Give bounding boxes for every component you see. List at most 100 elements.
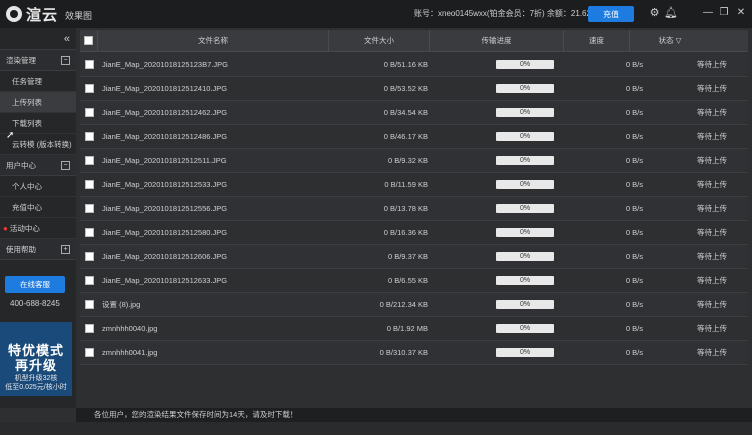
expand-group-icon[interactable]: + <box>61 244 70 254</box>
transfer-speed: 0 B/s <box>625 84 643 93</box>
checkbox[interactable] <box>84 36 93 45</box>
progress-cell: 0% <box>457 324 593 333</box>
progress-cell: 0% <box>457 228 593 237</box>
progress-cell: 0% <box>457 276 593 285</box>
restore-icon[interactable]: ❐ <box>718 7 730 19</box>
row-checkbox[interactable] <box>85 276 94 285</box>
promo-banner[interactable]: 特优模式 再升级 机型升级32核 低至0.025元/核小时 <box>0 322 72 396</box>
table-row[interactable]: JianE_Map_2020101812512410.JPG 0 B/53.52 … <box>80 77 748 101</box>
file-name: zmnhhh0041.jpg <box>102 348 158 357</box>
row-checkbox[interactable] <box>85 132 94 141</box>
upload-status: 等待上传 <box>697 180 727 189</box>
transfer-speed: 0 B/s <box>625 156 643 165</box>
file-size: 0 B/16.36 KB <box>383 228 428 237</box>
mouse-cursor-icon: ➚ <box>6 130 15 141</box>
upload-status: 等待上传 <box>697 108 727 117</box>
sidebar-item-upload-list[interactable]: 上传列表 <box>0 92 76 113</box>
file-size: 0 B/13.78 KB <box>383 204 428 213</box>
sidebar-item-activity-center[interactable]: ● 活动中心 <box>0 218 76 239</box>
progress-bar: 0% <box>496 108 554 117</box>
row-checkbox[interactable] <box>85 348 94 357</box>
transfer-speed: 0 B/s <box>625 300 643 309</box>
fire-icon: ● <box>3 223 8 233</box>
progress-bar: 0% <box>496 276 554 285</box>
filter-icon[interactable]: ▽ <box>676 36 682 45</box>
progress-bar: 0% <box>496 60 554 69</box>
file-size: 0 B/53.52 KB <box>383 84 428 93</box>
upload-status: 等待上传 <box>697 204 727 213</box>
file-name: JianE_Map_2020101812512580.JPG <box>102 228 228 237</box>
progress-cell: 0% <box>457 180 593 189</box>
file-name: JianE_Map_2020101812512486.JPG <box>102 132 228 141</box>
logo-icon <box>6 6 22 22</box>
progress-bar: 0% <box>496 348 554 357</box>
sidebar-group-user-center[interactable]: 用户中心 − <box>0 155 76 176</box>
table-row[interactable]: JianE_Map_20201018125123B7.JPG 0 B/51.16 … <box>80 53 748 77</box>
table-row[interactable]: JianE_Map_2020101812512486.JPG 0 B/46.17 … <box>80 125 748 149</box>
row-checkbox[interactable] <box>85 300 94 309</box>
row-checkbox[interactable] <box>85 156 94 165</box>
file-name: JianE_Map_2020101812512462.JPG <box>102 108 228 117</box>
file-name: 设置 (8).jpg <box>102 300 141 309</box>
gear-icon[interactable]: ⚙ <box>648 7 661 20</box>
recharge-button[interactable]: 充值 <box>588 6 634 22</box>
upload-status: 等待上传 <box>697 348 727 357</box>
progress-bar: 0% <box>496 156 554 165</box>
row-checkbox[interactable] <box>85 180 94 189</box>
table-row[interactable]: JianE_Map_2020101812512462.JPG 0 B/34.54 … <box>80 101 748 125</box>
file-name: JianE_Map_2020101812512533.JPG <box>102 180 228 189</box>
table-row[interactable]: JianE_Map_2020101812512606.JPG 0 B/9.37 K… <box>80 245 748 269</box>
row-checkbox[interactable] <box>85 84 94 93</box>
upload-status: 等待上传 <box>697 276 727 285</box>
table-row[interactable]: zmnhhh0040.jpg 0 B/1.92 MB 0% 0 B/s 等待上传 <box>80 317 748 341</box>
upload-status: 等待上传 <box>697 156 727 165</box>
header-status-label: 状态 <box>658 35 674 45</box>
bottom-strip <box>0 422 752 435</box>
table-row[interactable]: JianE_Map_2020101812512556.JPG 0 B/13.78 … <box>80 197 748 221</box>
header-progress: 传输进度 <box>430 29 564 52</box>
row-checkbox[interactable] <box>85 324 94 333</box>
table-row[interactable]: 设置 (8).jpg 0 B/212.34 KB 0% 0 B/s 等待上传 <box>80 293 748 317</box>
bell-icon[interactable]: 🔔︎ <box>664 7 678 20</box>
logo-text: 渲云 <box>26 6 59 24</box>
file-name: zmnhhh0040.jpg <box>102 324 158 333</box>
header-status[interactable]: 状态 ▽ <box>630 30 710 52</box>
sidebar: « 渲染管理 − 任务管理 上传列表 下载列表 云转模 (版本转换) 用户中心 … <box>0 28 76 408</box>
row-checkbox[interactable] <box>85 204 94 213</box>
minimize-icon[interactable]: — <box>702 7 714 19</box>
sidebar-group-help[interactable]: 使用帮助 + <box>0 239 76 260</box>
row-checkbox[interactable] <box>85 108 94 117</box>
table-row[interactable]: zmnhhh0041.jpg 0 B/310.37 KB 0% 0 B/s 等待上传 <box>80 341 748 365</box>
collapse-group-icon[interactable]: − <box>61 55 70 65</box>
table-row[interactable]: JianE_Map_2020101812512511.JPG 0 B/9.32 K… <box>80 149 748 173</box>
transfer-speed: 0 B/s <box>625 60 643 69</box>
row-checkbox[interactable] <box>85 252 94 261</box>
file-size: 0 B/6.55 KB <box>387 276 428 285</box>
row-checkbox[interactable] <box>85 60 94 69</box>
sidebar-item-label: 活动中心 <box>9 223 40 233</box>
notice-bar: 各位用户，您的渲染结果文件保存时间为14天，请及时下载！ <box>76 408 752 422</box>
header-file-name: 文件名称 <box>98 29 329 52</box>
progress-cell: 0% <box>457 300 593 309</box>
table-row[interactable]: JianE_Map_2020101812512533.JPG 0 B/11.59 … <box>80 173 748 197</box>
online-service-button[interactable]: 在线客服 <box>5 276 65 293</box>
file-size: 0 B/51.16 KB <box>383 60 428 69</box>
table-row[interactable]: JianE_Map_2020101812512633.JPG 0 B/6.55 K… <box>80 269 748 293</box>
sidebar-item-personal-center[interactable]: 个人中心 <box>0 176 76 197</box>
sidebar-item-task-management[interactable]: 任务管理 <box>0 71 76 92</box>
progress-cell: 0% <box>457 132 593 141</box>
file-name: JianE_Map_2020101812512511.JPG <box>102 156 227 165</box>
sidebar-item-recharge-center[interactable]: 充值中心 <box>0 197 76 218</box>
file-name: JianE_Map_20201018125123B7.JPG <box>102 60 228 69</box>
file-name: JianE_Map_2020101812512633.JPG <box>102 276 228 285</box>
progress-bar: 0% <box>496 228 554 237</box>
sidebar-group-render[interactable]: 渲染管理 − <box>0 50 76 71</box>
close-icon[interactable]: ✕ <box>735 7 747 19</box>
collapse-sidebar-button[interactable]: « <box>0 28 76 50</box>
sidebar-group-label: 用户中心 <box>6 160 36 170</box>
progress-bar: 0% <box>496 252 554 261</box>
collapse-group-icon[interactable]: − <box>61 160 70 170</box>
table-row[interactable]: JianE_Map_2020101812512580.JPG 0 B/16.36 … <box>80 221 748 245</box>
select-all-checkbox[interactable] <box>80 29 98 52</box>
row-checkbox[interactable] <box>85 228 94 237</box>
